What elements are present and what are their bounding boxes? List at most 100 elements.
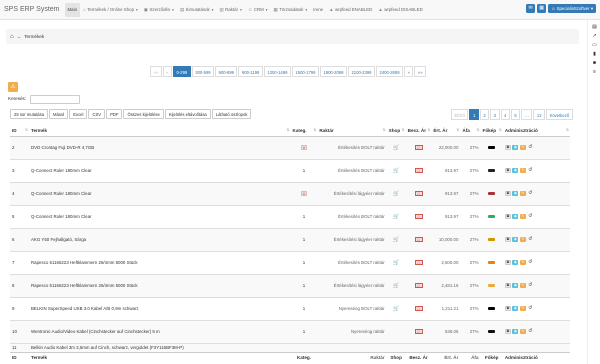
table-page-0[interactable]: 1 — [469, 109, 479, 120]
view-icon[interactable]: ◉ — [512, 329, 519, 334]
nav-item-4[interactable]: ▥ Raktár ▾ — [217, 3, 245, 17]
column-header-7[interactable]: Áfa ⇅ — [460, 126, 481, 137]
table-row[interactable]: 3 Q-Connect Ruler 180mm Clear 1 Értékesítés… — [10, 158, 570, 182]
column-header-1[interactable]: Termék ⇅ — [29, 126, 291, 137]
toolbar-button-6[interactable]: Kijelölés eltávolítása — [164, 109, 211, 119]
edit-icon[interactable]: ✎ — [519, 329, 526, 334]
toolbar-button-3[interactable]: CSV — [88, 109, 106, 119]
row-product-name[interactable]: Q-Connect Ruler 180mm Clear — [29, 158, 291, 182]
column-header-8[interactable]: Főkép ⇅ — [480, 126, 503, 137]
image-icon[interactable]: ▣ — [504, 329, 511, 334]
undo-icon[interactable]: ↺ — [527, 283, 533, 288]
row-product-name[interactable]: BELKIN SuperSpeed USB 3.0 Kabel A/B 0,9m… — [29, 296, 291, 320]
book-icon[interactable]: ▤ — [588, 23, 600, 32]
image-icon[interactable]: ▣ — [504, 168, 511, 173]
row-product-name[interactable]: Rapesco 51166223 Heftklammern 26/4mm 500… — [29, 250, 291, 274]
nav-item-8[interactable]: ▲ wrpfeed ENABLED — [326, 3, 375, 17]
column-header-5[interactable]: Besz. Ár ⇅ — [405, 126, 432, 137]
column-header-4[interactable]: Shop ⇅ — [386, 126, 406, 137]
home-icon[interactable]: ⌂ — [10, 34, 14, 40]
edit-icon[interactable]: ✎ — [519, 191, 526, 196]
toolbar-button-5[interactable]: Összes kijelölése — [123, 109, 164, 119]
price-box-icon[interactable]: ☐ — [414, 329, 423, 334]
row-product-name[interactable]: Q-Connect Ruler 180mm Clear — [29, 181, 291, 205]
undo-icon[interactable]: ↺ — [527, 214, 533, 219]
nav-item-3[interactable]: ▤ Kimutatások ▾ — [177, 3, 217, 17]
category-tag-icon[interactable]: # — [300, 145, 307, 150]
price-box-icon[interactable]: ☐ — [414, 214, 423, 219]
nav-item-0[interactable]: Main — [64, 2, 81, 17]
edit-icon[interactable]: ✎ — [519, 306, 526, 311]
table-row[interactable]: 4 Q-Connect Ruler 180mm Clear # Értékesítés… — [10, 181, 570, 205]
column-header-0[interactable]: ID ⇅ — [10, 126, 29, 137]
cart-icon[interactable]: 🛒 — [393, 306, 399, 312]
edit-icon[interactable]: ✎ — [519, 168, 526, 173]
undo-icon[interactable]: ↺ — [527, 168, 533, 173]
column-header-9[interactable]: Adminisztráció ⇅ — [502, 126, 570, 137]
undo-icon[interactable]: ↺ — [527, 329, 533, 334]
cart-icon[interactable]: 🛒 — [393, 145, 399, 151]
row-product-name[interactable]: Rapesco 51166223 Heftklammern 26/4mm 500… — [29, 273, 291, 297]
toolbar-button-0[interactable]: 25 sor mutatása — [10, 109, 49, 119]
cart-icon[interactable]: 🛒 — [393, 168, 399, 174]
cart-icon[interactable]: 🛒 — [393, 191, 399, 197]
view-icon[interactable]: ◉ — [512, 283, 519, 288]
table-row[interactable]: 9 BELKIN SuperSpeed USB 3.0 Kabel A/B 0,9… — [10, 296, 570, 320]
image-icon[interactable]: ▣ — [504, 191, 511, 196]
table-row[interactable]: 7 Rapesco 51166223 Heftklammern 26/4mm 50… — [10, 250, 570, 274]
edit-icon[interactable]: ✎ — [519, 214, 526, 219]
category-tag-icon[interactable]: # — [300, 191, 307, 196]
pager-last-button[interactable]: »» — [414, 66, 427, 77]
price-box-icon[interactable]: ☐ — [414, 283, 423, 288]
column-header-6[interactable]: Ért. Ár ⇅ — [431, 126, 461, 137]
product-thumbnail[interactable] — [488, 307, 496, 310]
table-next-button[interactable]: Következő — [546, 109, 573, 120]
pager-first-button[interactable]: «« — [150, 66, 162, 77]
edit-icon[interactable]: ✎ — [519, 260, 526, 265]
view-icon[interactable]: ◉ — [512, 237, 519, 242]
table-page-6[interactable]: 12 — [533, 109, 546, 120]
image-icon[interactable]: ▣ — [504, 260, 511, 265]
toolbar-button-1[interactable]: Másol — [49, 109, 69, 119]
server-icon[interactable]: ≡ — [588, 68, 600, 77]
undo-icon[interactable]: ↺ — [527, 145, 533, 150]
cart-icon[interactable]: 🛒 — [393, 283, 399, 289]
pager-range-8[interactable]: 2400-2699 — [376, 66, 404, 77]
table-row[interactable]: 5 Q-Connect Ruler 180mm Clear 1 Értékesítés… — [10, 204, 570, 228]
row-product-name[interactable]: Wentronic Audio/Video Kabel (Cinchstecke… — [29, 319, 291, 343]
product-thumbnail[interactable] — [488, 192, 496, 195]
nav-item-2[interactable]: ▣ Szerződés ▾ — [141, 3, 177, 17]
search-input[interactable] — [30, 95, 80, 104]
price-box-icon[interactable]: ☐ — [414, 306, 423, 311]
cart-icon[interactable]: 🛒 — [393, 260, 399, 266]
table-row-partial[interactable]: 11 Belkin Audio Kabel 3m 3,5mm auf Cinch,… — [10, 342, 570, 352]
view-icon[interactable]: ◉ — [512, 191, 519, 196]
pager-range-1[interactable]: 300-599 — [191, 66, 215, 77]
briefcase-icon[interactable]: ▮ — [588, 50, 600, 59]
toolbar-button-4[interactable]: PDF — [106, 109, 123, 119]
view-icon[interactable]: ◉ — [512, 214, 519, 219]
view-icon[interactable]: ◉ — [512, 145, 519, 150]
image-icon[interactable]: ▣ — [504, 214, 511, 219]
table-page-3[interactable]: 4 — [500, 109, 510, 120]
undo-icon[interactable]: ↺ — [527, 237, 533, 242]
row-product-name[interactable]: Q-Connect Ruler 180mm Clear — [29, 204, 291, 228]
undo-icon[interactable]: ↺ — [527, 191, 533, 196]
pager-prev-button[interactable]: « — [162, 66, 173, 77]
brand-logo[interactable]: SPS ERP System — [4, 6, 60, 13]
pager-range-6[interactable]: 1800-2099 — [319, 66, 347, 77]
nav-item-5[interactable]: ☺ CRM ▾ — [245, 3, 271, 17]
pager-range-3[interactable]: 900-1199 — [238, 66, 263, 77]
cart-icon[interactable]: 🛒 — [393, 237, 399, 243]
cart-icon[interactable]: 🛒 — [393, 214, 399, 220]
toolbar-button-7[interactable]: Látható oszlopok — [211, 109, 252, 119]
image-icon[interactable]: ▣ — [504, 283, 511, 288]
table-row[interactable]: 10 Wentronic Audio/Video Kabel (Cinchstec… — [10, 319, 570, 343]
edit-icon[interactable]: ✎ — [519, 237, 526, 242]
product-thumbnail[interactable] — [488, 330, 496, 333]
row-product-name[interactable]: DVD Crontag Fuji DVD-R 4,7GB — [29, 135, 291, 159]
price-box-icon[interactable]: ☐ — [414, 168, 423, 173]
user-menu-button[interactable]: ☺ SpecialisSzoftver ▾ — [548, 4, 596, 13]
row-product-name[interactable]: Belkin Audio Kabel 3m 3,5mm auf Cinch, s… — [29, 342, 291, 352]
users-icon[interactable]: ☻ — [588, 59, 600, 68]
